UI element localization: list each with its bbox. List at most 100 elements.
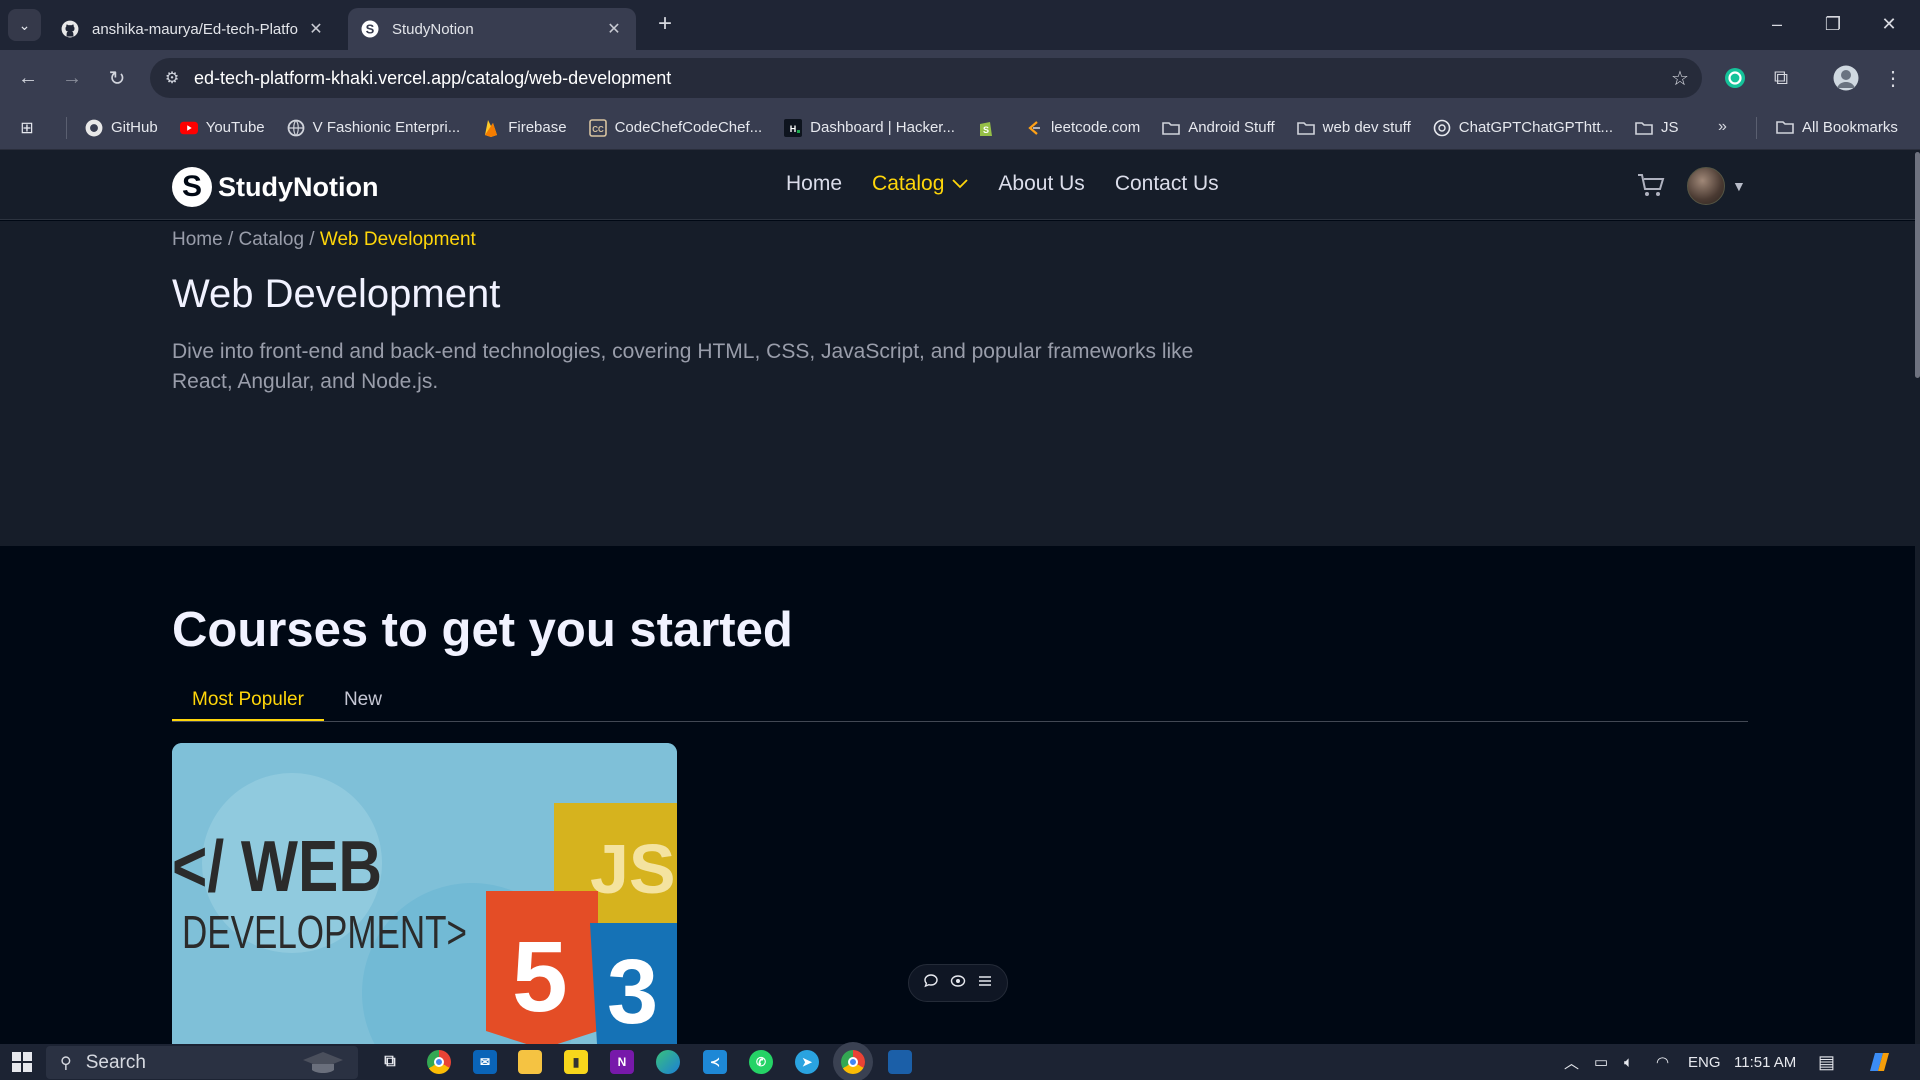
browser-tab-bar: ⌄ anshika-maurya/Ed-tech-Platfo ✕ S Stud… — [0, 0, 1920, 50]
section-heading: Courses to get you started — [172, 603, 793, 657]
volume-icon[interactable]: 🔈︎ — [1624, 1044, 1633, 1080]
bookmark-vfashionic[interactable]: V Fashionic Enterpri... — [287, 119, 460, 137]
task-view-icon[interactable]: ⧉ — [378, 1050, 402, 1074]
page-title: Web Development — [172, 272, 501, 316]
bookmark-folder-android[interactable]: Android Stuff — [1162, 119, 1275, 137]
bookmark-label: leetcode.com — [1050, 119, 1141, 136]
language-indicator[interactable]: ENG — [1688, 1044, 1721, 1080]
sticky-notes-icon[interactable]: ▮ — [564, 1050, 588, 1074]
browser-tab-studynotion[interactable]: S StudyNotion ✕ — [348, 8, 636, 50]
minimize-icon[interactable]: – — [1754, 8, 1800, 40]
floating-toolbar — [908, 964, 1008, 1002]
hackerrank-icon: H — [784, 118, 803, 137]
chrome-active-icon[interactable] — [841, 1050, 865, 1074]
bookmark-youtube[interactable]: YouTube — [179, 119, 265, 137]
bookmark-shopify[interactable]: S — [977, 119, 1003, 137]
bookmark-leetcode[interactable]: leetcode.com — [1025, 119, 1140, 137]
bookmark-label: GitHub — [111, 119, 158, 136]
bookmark-hackerrank[interactable]: H Dashboard | Hacker... — [784, 118, 955, 137]
browser-menu-icon[interactable]: ⋮ — [1877, 62, 1909, 94]
forward-icon[interactable]: → — [56, 62, 88, 94]
address-bar[interactable]: ⚙ ed-tech-platform-khaki.vercel.app/cata… — [150, 58, 1702, 98]
mail-icon[interactable]: ✉ — [473, 1050, 497, 1074]
globe-icon — [287, 119, 305, 137]
shopify-icon: S — [977, 119, 995, 137]
vscode-icon[interactable]: ≺ — [703, 1050, 727, 1074]
breadcrumb-separator: / — [304, 229, 320, 250]
restore-icon[interactable]: ❐ — [1810, 8, 1856, 40]
nav-home[interactable]: Home — [786, 172, 842, 196]
whatsapp-icon[interactable]: ✆ — [749, 1050, 773, 1074]
telegram-icon[interactable]: ➤ — [795, 1050, 819, 1074]
bookmark-chatgpt[interactable]: ChatGPTChatGPThtt... — [1433, 119, 1613, 137]
course-card[interactable]: </ WEB DEVELOPMENT> JS 5 3 — [172, 743, 677, 1044]
divider — [1756, 117, 1757, 139]
breadcrumb: Home / Catalog / Web Development — [172, 229, 476, 251]
close-window-icon[interactable]: ✕ — [1866, 8, 1912, 40]
show-hidden-icons[interactable]: ︿ — [1564, 1044, 1579, 1080]
nav-about[interactable]: About Us — [998, 172, 1084, 196]
tab-search-button[interactable]: ⌄ — [8, 9, 41, 41]
comment-icon[interactable] — [923, 973, 939, 993]
bookmark-label: All Bookmarks — [1802, 118, 1898, 136]
nav-contact[interactable]: Contact Us — [1115, 172, 1219, 196]
bookmark-folder-webdev[interactable]: web dev stuff — [1296, 119, 1411, 137]
main-nav: Home Catalog About Us Contact Us — [786, 172, 1249, 196]
tab-most-popular[interactable]: Most Populer — [172, 680, 324, 721]
new-tab-button[interactable]: + — [650, 10, 680, 40]
clock[interactable]: 11:51 AM — [1734, 1044, 1796, 1080]
bookmark-label: Android Stuff — [1188, 119, 1275, 136]
bookmark-codechef[interactable]: CC CodeChefCodeChef... — [588, 118, 762, 137]
eye-icon[interactable] — [950, 973, 966, 993]
file-explorer-icon[interactable] — [518, 1050, 542, 1074]
tab-new[interactable]: New — [324, 680, 402, 721]
windows-start-icon[interactable] — [12, 1052, 32, 1072]
reload-icon[interactable]: ↻ — [101, 62, 133, 94]
site-header: S StudyNotion Home Catalog About Us Cont… — [0, 150, 1915, 220]
browser-tab-github[interactable]: anshika-maurya/Ed-tech-Platfo ✕ — [48, 8, 338, 50]
close-tab-icon[interactable]: ✕ — [604, 19, 624, 39]
bookmark-firebase[interactable]: Firebase — [482, 119, 567, 137]
extensions-icon[interactable]: ⧉ — [1765, 62, 1797, 94]
bookmark-github[interactable]: GitHub — [85, 119, 158, 137]
more-bookmarks-icon[interactable]: » — [1718, 118, 1727, 136]
cart-icon[interactable] — [1636, 170, 1666, 200]
svg-text:CC: CC — [592, 125, 604, 134]
breadcrumb-catalog[interactable]: Catalog — [239, 229, 305, 250]
svg-text:S: S — [366, 22, 375, 37]
firebase-icon — [482, 119, 500, 137]
chrome-icon[interactable] — [427, 1050, 451, 1074]
user-avatar[interactable] — [1687, 167, 1725, 205]
site-logo[interactable]: S StudyNotion — [172, 167, 378, 207]
all-bookmarks-button[interactable]: All Bookmarks — [1776, 118, 1898, 136]
folder-icon — [1296, 119, 1315, 137]
folder-icon — [1635, 119, 1653, 137]
tab-title: anshika-maurya/Ed-tech-Platfo — [92, 20, 298, 38]
grammarly-icon[interactable] — [1719, 62, 1751, 94]
taskbar-search[interactable]: ⚲ Search — [46, 1046, 358, 1079]
taskbar-search-label: Search — [85, 1051, 146, 1073]
notifications-icon[interactable]: ▤ — [1818, 1044, 1835, 1080]
bookmark-folder-js[interactable]: JS — [1635, 119, 1679, 137]
caret-down-icon[interactable]: ▼ — [1732, 178, 1746, 194]
back-icon[interactable]: ← — [12, 62, 44, 94]
onenote-icon[interactable]: N — [610, 1050, 634, 1074]
copilot-icon[interactable] — [1866, 1044, 1892, 1080]
close-tab-icon[interactable]: ✕ — [306, 19, 326, 39]
edge-icon[interactable] — [656, 1050, 680, 1074]
bookmark-star-icon[interactable]: ☆ — [1658, 66, 1702, 91]
graduation-cap-icon — [298, 1050, 348, 1080]
photos-icon[interactable] — [888, 1050, 912, 1074]
apps-icon[interactable]: ⊞ — [18, 119, 44, 137]
list-icon[interactable] — [977, 973, 993, 993]
bookmark-label: YouTube — [205, 119, 265, 136]
tab-title: StudyNotion — [392, 20, 474, 38]
battery-icon[interactable]: ▭ — [1594, 1044, 1608, 1080]
breadcrumb-home[interactable]: Home — [172, 229, 223, 250]
wifi-icon[interactable]: ◠ — [1656, 1044, 1669, 1080]
nav-catalog[interactable]: Catalog — [872, 172, 969, 196]
profile-avatar-icon[interactable] — [1830, 62, 1862, 94]
site-info-icon[interactable]: ⚙ — [150, 68, 194, 88]
bookmark-label: web dev stuff — [1322, 119, 1411, 136]
scrollbar-thumb[interactable] — [1915, 152, 1920, 378]
